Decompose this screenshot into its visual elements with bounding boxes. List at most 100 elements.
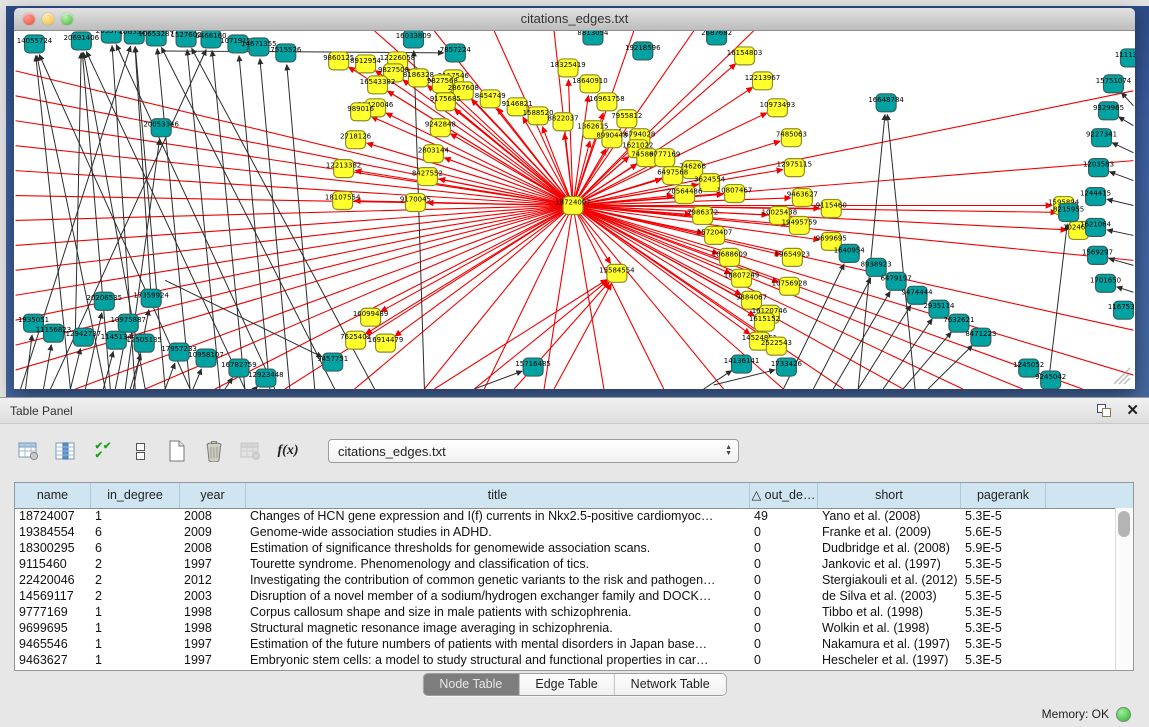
graph-node[interactable]: 8427552: [412, 168, 443, 186]
minimize-window-button[interactable]: [42, 13, 54, 25]
cell-out_degree[interactable]: 0: [750, 636, 818, 652]
graph-node[interactable]: 12213967: [745, 72, 780, 90]
resize-grip[interactable]: [1110, 364, 1132, 386]
table-row[interactable]: 946362711997Embryonic stem cells: a mode…: [15, 652, 1116, 668]
row-height-button[interactable]: [127, 438, 153, 464]
graph-node[interactable]: 16543382: [360, 76, 395, 94]
cell-short[interactable]: Nakamura et al. (1997): [818, 636, 961, 652]
graph-node[interactable]: 9457751: [317, 353, 348, 371]
cell-name[interactable]: 9699695: [15, 620, 91, 636]
graph-node[interactable]: 8822037: [548, 113, 579, 131]
graph-node[interactable]: 7857224: [440, 44, 472, 62]
cell-pagerank[interactable]: 5.5E-5: [961, 572, 1046, 588]
cell-in_degree[interactable]: 6: [91, 540, 180, 556]
cell-title[interactable]: Disruption of a novel member of a sodium…: [246, 588, 750, 604]
graph-node[interactable]: 6497568: [657, 167, 688, 185]
cell-pagerank[interactable]: 5.3E-5: [961, 620, 1046, 636]
cell-year[interactable]: 1997: [180, 636, 246, 652]
cell-year[interactable]: 2003: [180, 588, 246, 604]
graph-node[interactable]: 1569297: [1082, 246, 1113, 264]
cell-pagerank[interactable]: 5.3E-5: [961, 588, 1046, 604]
cell-name[interactable]: 22420046: [15, 572, 91, 588]
graph-node[interactable]: 15716485: [515, 358, 550, 376]
cell-pagerank[interactable]: 5.3E-5: [961, 556, 1046, 572]
cell-title[interactable]: Changes of HCN gene expression and I(f) …: [246, 508, 750, 524]
cell-short[interactable]: Stergiakouli et al. (2012): [818, 572, 961, 588]
cell-out_degree[interactable]: 49: [750, 508, 818, 524]
function-builder-button[interactable]: f(x): [275, 438, 301, 464]
graph-node[interactable]: 2522543: [761, 337, 792, 355]
close-panel-icon[interactable]: ✕: [1126, 404, 1139, 417]
graph-node[interactable]: 8912954: [350, 55, 382, 73]
cell-title[interactable]: Investigating the contribution of common…: [246, 572, 750, 588]
tab-node-table[interactable]: Node Table: [423, 674, 519, 695]
float-panel-icon[interactable]: [1097, 404, 1112, 417]
graph-node[interactable]: 20053346: [143, 119, 178, 137]
cell-short[interactable]: de Silva et al. (2003): [818, 588, 961, 604]
column-header-out_degree[interactable]: △ out_de…: [750, 483, 818, 508]
cell-name[interactable]: 19384554: [15, 524, 91, 540]
graph-node[interactable]: 14055724: [17, 35, 53, 53]
cell-title[interactable]: Estimation of the future numbers of pati…: [246, 636, 750, 652]
cell-in_degree[interactable]: 1: [91, 604, 180, 620]
cell-year[interactable]: 2012: [180, 572, 246, 588]
graph-node[interactable]: 16154803: [727, 47, 762, 65]
table-row[interactable]: 1938455462009Genome-wide association stu…: [15, 524, 1116, 540]
cell-out_degree[interactable]: 0: [750, 524, 818, 540]
scrollbar-thumb[interactable]: [1118, 511, 1130, 537]
cell-out_degree[interactable]: 0: [750, 540, 818, 556]
graph-node[interactable]: 1167533: [1108, 301, 1135, 319]
tab-edge-table[interactable]: Edge Table: [519, 674, 614, 695]
cell-title[interactable]: Structural magnetic resonance image aver…: [246, 620, 750, 636]
graph-node[interactable]: 19495759: [782, 216, 817, 234]
graph-node[interactable]: 7485063: [776, 129, 807, 147]
table-settings-button[interactable]: [16, 438, 42, 464]
cell-in_degree[interactable]: 1: [91, 620, 180, 636]
graph-node[interactable]: 16914479: [368, 334, 403, 352]
column-header-year[interactable]: year: [180, 483, 246, 508]
cell-year[interactable]: 2008: [180, 508, 246, 524]
cell-year[interactable]: 1998: [180, 604, 246, 620]
cell-name[interactable]: 9463627: [15, 652, 91, 668]
graph-node[interactable]: 1733426: [771, 358, 802, 376]
cell-year[interactable]: 2008: [180, 540, 246, 556]
column-header-pagerank[interactable]: pagerank: [961, 483, 1046, 508]
cell-pagerank[interactable]: 5.9E-5: [961, 540, 1046, 556]
cell-short[interactable]: Jankovic et al. (1997): [818, 556, 961, 572]
network-canvas[interactable]: 9860125891295412226058982750816543382818…: [14, 31, 1135, 389]
graph-node[interactable]: 16961758: [589, 93, 624, 111]
table-row[interactable]: 1456911722003Disruption of a novel membe…: [15, 588, 1116, 604]
graph-node[interactable]: 20691406: [64, 32, 99, 50]
cell-in_degree[interactable]: 1: [91, 652, 180, 668]
cell-short[interactable]: Hescheler et al. (1997): [818, 652, 961, 668]
cell-short[interactable]: Wolkin et al. (1998): [818, 620, 961, 636]
select-columns-button[interactable]: ✔✔✔: [90, 438, 116, 464]
cell-name[interactable]: 18724007: [15, 508, 91, 524]
graph-node[interactable]: 18640910: [572, 75, 607, 93]
graph-node[interactable]: 10958107: [188, 349, 223, 367]
close-window-button[interactable]: [23, 13, 35, 25]
graph-node[interactable]: 1701650: [1090, 274, 1121, 292]
cell-title[interactable]: Embryonic stem cells: a model to study s…: [246, 652, 750, 668]
graph-node[interactable]: 20206535: [87, 292, 122, 310]
cell-short[interactable]: Franke et al. (2009): [818, 524, 961, 540]
graph-node[interactable]: 2687682: [701, 31, 732, 45]
cell-in_degree[interactable]: 1: [91, 508, 180, 524]
cell-out_degree[interactable]: 0: [750, 620, 818, 636]
cell-pagerank[interactable]: 5.3E-5: [961, 604, 1046, 620]
graph-node[interactable]: 9170045: [400, 194, 431, 212]
graph-node[interactable]: 16033809: [396, 31, 431, 48]
cell-year[interactable]: 1998: [180, 620, 246, 636]
cell-out_degree[interactable]: 0: [750, 588, 818, 604]
table-row[interactable]: 977716911998Corpus callosum shape and si…: [15, 604, 1116, 620]
delete-table-button[interactable]: [238, 438, 264, 464]
cell-short[interactable]: Yano et al. (2008): [818, 508, 961, 524]
cell-out_degree[interactable]: 0: [750, 556, 818, 572]
graph-node[interactable]: 9115460: [816, 200, 847, 218]
column-visibility-button[interactable]: [53, 438, 79, 464]
cell-pagerank[interactable]: 5.3E-5: [961, 652, 1046, 668]
graph-node[interactable]: 9245042: [1035, 371, 1066, 389]
graph-node[interactable]: 2718126: [340, 131, 371, 149]
cell-in_degree[interactable]: 2: [91, 556, 180, 572]
cell-in_degree[interactable]: 1: [91, 636, 180, 652]
